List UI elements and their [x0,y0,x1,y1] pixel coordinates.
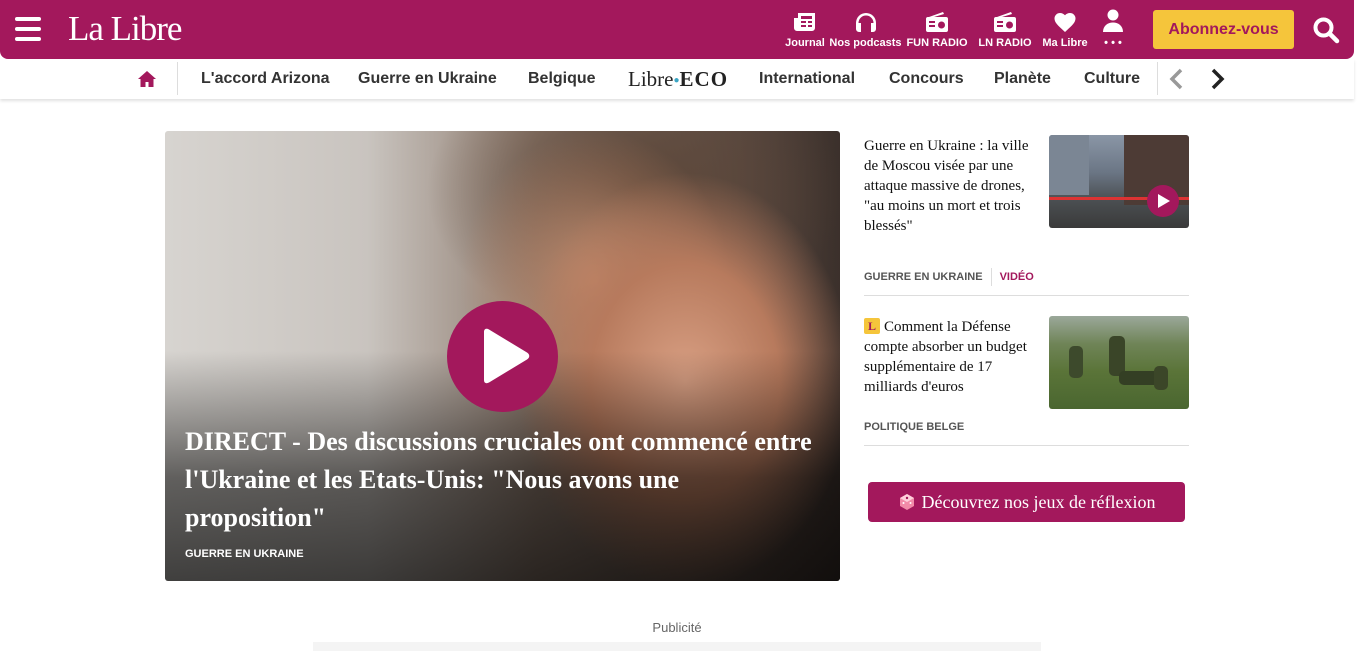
play-icon [1158,194,1170,208]
nav-journal[interactable]: Journal [782,9,828,49]
thumb-soldier [1069,346,1083,378]
puzzle-icon [898,493,916,511]
headphones-icon [855,13,876,32]
libre-eco-part1: Libre [628,67,674,91]
hero-article[interactable]: DIRECT - Des discussions cruciales ont c… [165,131,840,581]
article-thumbnail[interactable] [1049,316,1189,409]
search-icon[interactable] [1312,16,1340,44]
nav-ln-radio[interactable]: LN RADIO [971,9,1039,49]
nav-label: • • • [1104,37,1122,49]
category-belgique[interactable]: Belgique [528,70,596,88]
chevron-right-icon[interactable] [1206,68,1228,90]
premium-badge: L [864,318,880,334]
side-article[interactable]: L Comment la Défense compte absorber un b… [864,316,1189,446]
nav-label: Nos podcasts [829,37,902,49]
nav-fun-radio[interactable]: FUN RADIO [903,9,971,49]
hero-title[interactable]: DIRECT - Des discussions cruciales ont c… [185,423,815,537]
play-button[interactable] [1147,185,1179,217]
nav-label: LN RADIO [978,37,1032,49]
category-libre-eco[interactable]: Libre●ECO [628,67,728,92]
side-article-title[interactable]: Guerre en Ukraine : la ville de Moscou v… [864,136,1034,236]
category-planete[interactable]: Planète [994,70,1051,88]
subscribe-button[interactable]: Abonnez-vous [1153,10,1294,49]
tag-label[interactable]: POLITIQUE BELGE [864,421,964,433]
play-icon [484,328,530,384]
ad-slot [313,642,1041,651]
divider [1157,62,1158,95]
nav-label: Journal [785,37,825,49]
side-article-title[interactable]: L Comment la Défense compte absorber un b… [864,317,1034,397]
tag-label[interactable]: GUERRE EN UKRAINE [864,271,983,283]
category-guerre-ukraine[interactable]: Guerre en Ukraine [358,70,497,88]
logo[interactable]: La Libre [68,9,182,49]
side-article-tags: POLITIQUE BELGE [864,421,964,433]
games-button[interactable]: Découvrez nos jeux de réflexion [868,482,1185,522]
newspaper-icon [794,13,815,31]
nav-label: Ma Libre [1042,37,1088,49]
hero-tag[interactable]: GUERRE EN UKRAINE [185,548,304,560]
thumb-building [1049,135,1089,195]
side-article[interactable]: Guerre en Ukraine : la ville de Moscou v… [864,131,1189,296]
radio-icon [926,12,948,32]
play-button[interactable] [447,301,558,412]
top-bar: La Libre Journal Nos podcasts FUN RADIO … [0,0,1354,59]
category-concours[interactable]: Concours [889,70,964,88]
thumb-soldier [1109,336,1125,376]
nav-podcasts[interactable]: Nos podcasts [828,9,903,49]
category-nav: L'accord Arizona Guerre en Ukraine Belgi… [0,59,1354,99]
side-article-tags: GUERRE EN UKRAINE VIDÉO [864,268,1034,286]
thumb-soldier [1119,371,1159,385]
home-icon[interactable] [137,69,157,89]
thumb-soldier [1154,366,1168,390]
chevron-left-icon[interactable] [1166,68,1188,90]
category-culture[interactable]: Culture [1084,70,1140,88]
nav-ma-libre[interactable]: Ma Libre [1039,9,1091,49]
radio-icon [994,12,1016,32]
article-thumbnail[interactable] [1049,135,1189,228]
category-international[interactable]: International [759,70,855,88]
nav-account[interactable]: • • • [1091,9,1135,49]
divider [177,62,178,95]
header-nav: Journal Nos podcasts FUN RADIO LN RADIO … [782,9,1135,49]
libre-eco-part2: ECO [679,67,729,91]
side-article-title-text: Comment la Défense compte absorber un bu… [864,319,1027,395]
menu-icon[interactable] [15,17,41,41]
nav-label: FUN RADIO [906,37,968,49]
ad-label: Publicité [652,620,702,635]
user-icon [1103,9,1123,32]
video-tag[interactable]: VIDÉO [1000,271,1034,283]
games-button-label: Découvrez nos jeux de réflexion [921,491,1156,512]
category-accord-arizona[interactable]: L'accord Arizona [201,70,330,88]
heart-icon [1054,13,1076,32]
divider [990,268,992,286]
